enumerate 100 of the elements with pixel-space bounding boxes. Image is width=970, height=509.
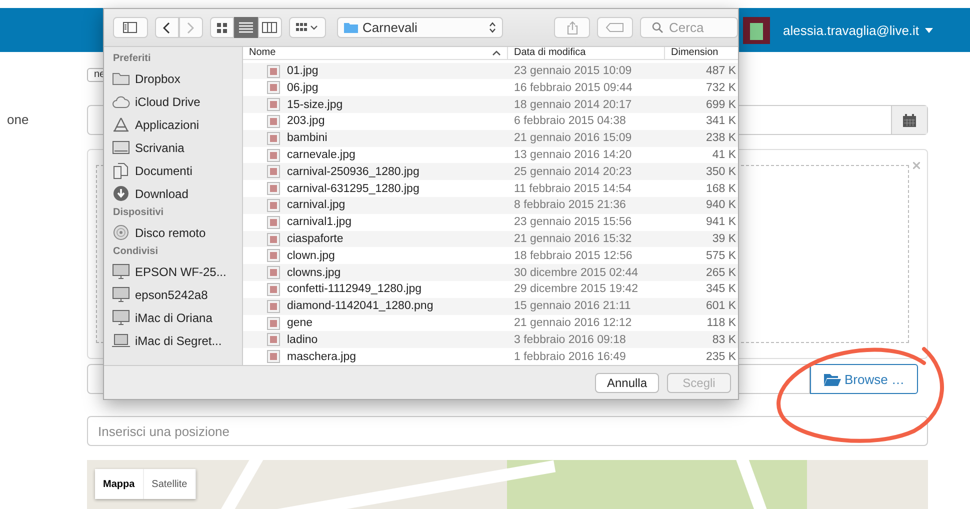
list-icon <box>238 22 253 33</box>
sidebar-heading: Dispositivi <box>113 207 165 218</box>
chevron-right-icon <box>187 22 194 34</box>
file-date: 1 febbraio 2016 16:49 <box>514 350 626 363</box>
image-file-icon <box>267 249 280 262</box>
map-type-tab[interactable]: Satellite <box>144 469 196 499</box>
file-name: clowns.jpg <box>287 266 341 279</box>
file-date: 23 gennaio 2015 15:56 <box>514 216 632 228</box>
share-icon <box>566 20 578 34</box>
file-row[interactable]: carnival-631295_1280.jpg 11 febbraio 2015 14:54 168 K <box>243 180 738 198</box>
file-date: 6 febbraio 2015 04:38 <box>514 115 626 128</box>
image-file-icon <box>267 333 280 346</box>
file-name: carnevale.jpg <box>287 149 356 162</box>
file-row[interactable]: gene 21 gennaio 2016 12:12 118 K <box>243 314 738 332</box>
location-field[interactable]: Inserisci una posizione <box>87 416 928 446</box>
sidebar-item[interactable]: Dropbox <box>112 67 242 90</box>
file-name: diamond-1142041_1280.png <box>287 300 434 312</box>
file-date: 21 gennaio 2016 15:32 <box>514 233 632 246</box>
sidebar-item[interactable]: EPSON WF-25... <box>112 260 242 283</box>
file-row[interactable]: carnival-250936_1280.jpg 25 gennaio 2014 20:23 350 K <box>243 163 738 180</box>
arrange-button[interactable] <box>288 17 326 38</box>
sidebar-item[interactable]: epson5242a8 <box>112 283 242 306</box>
file-size: 39 K <box>712 233 736 246</box>
file-size: 345 K <box>706 283 736 296</box>
map-type-tab[interactable]: Mappa <box>95 469 144 499</box>
sidebar-item[interactable]: Applicazioni <box>112 113 242 136</box>
image-file-icon <box>267 98 280 112</box>
file-row[interactable]: carnival1.jpg 23 gennaio 2015 15:56 941 K <box>243 214 738 231</box>
file-size: 41 K <box>712 149 736 162</box>
file-row[interactable]: 01.jpg 23 gennaio 2015 10:09 487 K <box>243 62 738 80</box>
sidebar-icon <box>123 22 138 33</box>
browse-button[interactable]: Browse … <box>810 364 918 394</box>
column-header[interactable]: Nome <box>243 47 508 59</box>
file-row[interactable]: carnival.jpg 8 febbraio 2015 21:36 940 K <box>243 197 738 214</box>
back-button[interactable] <box>154 17 179 38</box>
file-row[interactable]: confetti-1112949_1280.jpg 29 dicembre 2015 19:42 345 K <box>243 281 738 298</box>
folder-dropdown[interactable]: Carnevali <box>336 17 504 38</box>
cancel-button[interactable]: Annulla <box>595 372 659 392</box>
user-menu[interactable]: alessia.travaglia@live.it <box>783 22 920 38</box>
sidebar-item[interactable]: Documenti <box>112 159 242 182</box>
monitor-icon <box>112 264 130 279</box>
tag-icon <box>606 23 624 32</box>
image-file-icon <box>267 114 280 128</box>
file-row[interactable]: maschera.jpg 1 febbraio 2016 16:49 235 K <box>243 348 738 365</box>
calendar-button[interactable] <box>891 106 927 134</box>
file-name: maschera.jpg <box>287 350 356 363</box>
image-file-icon <box>267 198 280 212</box>
sidebar-item[interactable]: iCloud Drive <box>112 90 242 113</box>
sidebar-toggle-button[interactable] <box>113 17 148 38</box>
file-date: 16 febbraio 2015 09:44 <box>514 82 632 94</box>
download-icon <box>112 186 130 201</box>
image-file-icon <box>267 282 280 296</box>
caret-icon[interactable] <box>925 28 934 32</box>
file-name: ladino <box>287 334 318 346</box>
file-name: ciaspaforte <box>287 233 344 246</box>
file-date: 8 febbraio 2015 21:36 <box>514 199 626 212</box>
file-row[interactable]: diamond-1142041_1280.png 15 gennaio 2016 21:11 601 K <box>243 298 738 315</box>
file-row[interactable]: carnevale.jpg 13 gennaio 2016 14:20 41 K <box>243 146 738 164</box>
columns-icon <box>262 22 278 33</box>
file-name: confetti-1112949_1280.jpg <box>287 283 422 296</box>
apps-icon <box>112 117 130 132</box>
file-name: bambini <box>287 132 328 144</box>
monitor-icon <box>112 287 130 302</box>
sidebar-item[interactable]: iMac di Oriana <box>112 306 242 329</box>
file-row[interactable]: ciaspaforte 21 gennaio 2016 15:32 39 K <box>243 230 738 248</box>
document-icon <box>112 162 130 178</box>
avatar-icon[interactable] <box>743 16 770 44</box>
search-field[interactable]: Cerca <box>640 17 738 38</box>
column-header[interactable]: Dimension <box>665 47 738 59</box>
column-header[interactable]: Data di modifica <box>508 47 665 59</box>
file-row[interactable]: clowns.jpg 30 dicembre 2015 02:44 265 K <box>243 264 738 282</box>
updown-icon <box>489 22 496 33</box>
file-size: 238 K <box>706 132 736 144</box>
file-row[interactable]: clown.jpg 18 febbraio 2015 12:56 575 K <box>243 247 738 264</box>
laptop-icon <box>112 334 130 347</box>
arrange-icon <box>296 22 318 32</box>
folder-icon <box>824 372 841 386</box>
sidebar-item[interactable]: Scrivania <box>112 136 242 159</box>
file-date: 21 gennaio 2016 12:12 <box>514 317 632 329</box>
sidebar-item[interactable]: Download <box>112 182 242 205</box>
folder-icon <box>112 72 130 85</box>
view-mode-button[interactable] <box>234 17 258 38</box>
file-name: 06.jpg <box>287 82 318 94</box>
file-row[interactable]: 15-size.jpg 18 gennaio 2014 20:17 699 K <box>243 96 738 114</box>
file-name: carnival.jpg <box>287 199 346 212</box>
image-file-icon <box>267 232 280 246</box>
sidebar-item[interactable]: Disco remoto <box>112 221 242 244</box>
image-file-icon <box>267 316 280 330</box>
file-size: 601 K <box>706 300 736 312</box>
image-file-icon <box>267 182 280 196</box>
file-row[interactable]: 06.jpg 16 febbraio 2015 09:44 732 K <box>243 79 738 96</box>
file-row[interactable]: 203.jpg 6 febbraio 2015 04:38 341 K <box>243 113 738 130</box>
sidebar-item[interactable]: iMac di Segret... <box>112 329 242 352</box>
file-row[interactable]: ladino 3 febbraio 2016 09:18 83 K <box>243 331 738 348</box>
file-date: 30 dicembre 2015 02:44 <box>514 266 638 279</box>
file-size: 732 K <box>706 82 736 94</box>
file-date: 11 febbraio 2015 14:54 <box>514 182 632 195</box>
file-row[interactable]: bambini 21 gennaio 2016 15:09 238 K <box>243 130 738 147</box>
file-date: 25 gennaio 2014 20:23 <box>514 166 632 178</box>
cloud-icon <box>112 96 130 108</box>
